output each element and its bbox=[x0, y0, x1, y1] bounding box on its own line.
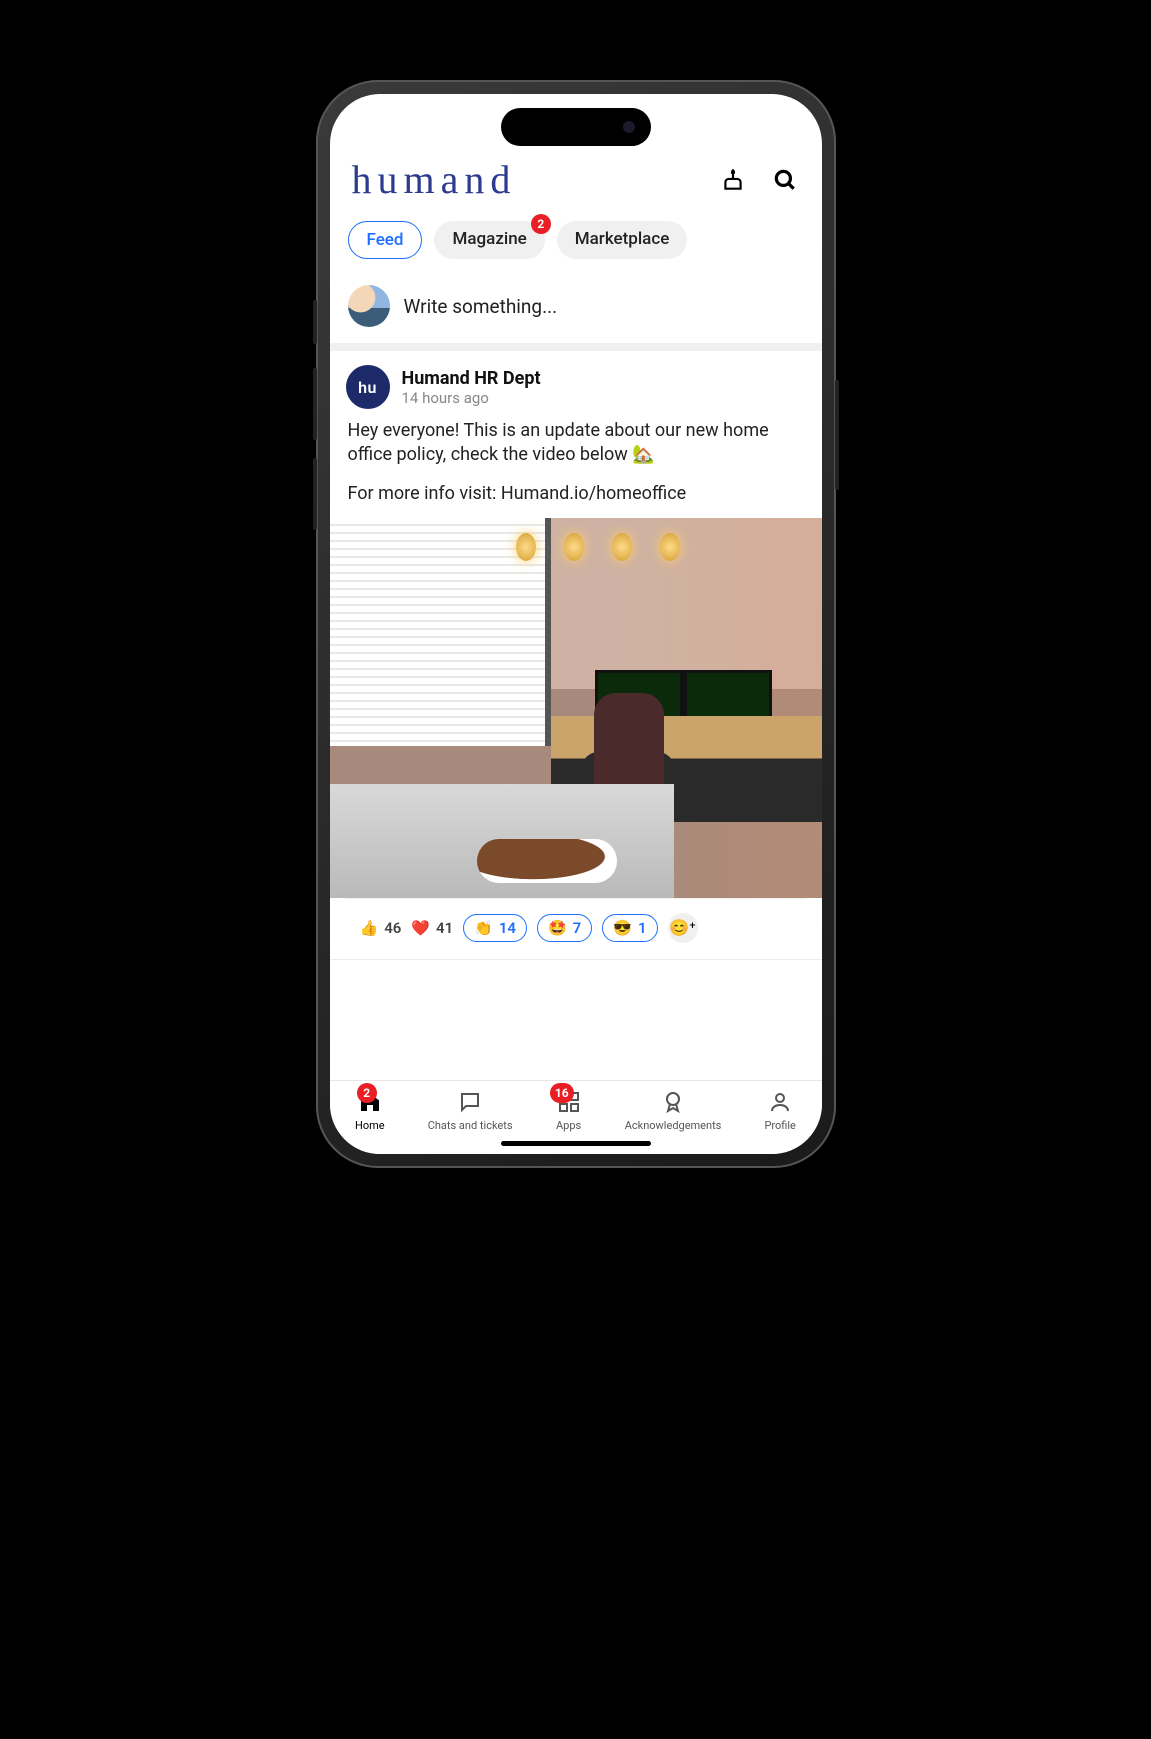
volume-down-button bbox=[313, 458, 317, 530]
post-text-line: For more info visit: Humand.io/homeoffic… bbox=[348, 482, 804, 506]
post-composer[interactable]: Write something... bbox=[330, 275, 822, 343]
reaction-count: 46 bbox=[384, 919, 401, 937]
nav-chats[interactable]: Chats and tickets bbox=[428, 1089, 513, 1132]
composer-placeholder[interactable]: Write something... bbox=[404, 295, 804, 318]
award-icon bbox=[660, 1089, 686, 1115]
nav-label: Acknowledgements bbox=[625, 1119, 722, 1132]
post-text-line: Hey everyone! This is an update about ou… bbox=[348, 419, 804, 468]
tab-label: Marketplace bbox=[575, 229, 670, 249]
reaction-star-eyes[interactable]: 🤩 7 bbox=[537, 914, 592, 942]
home-indicator[interactable] bbox=[501, 1141, 651, 1146]
nav-label: Profile bbox=[764, 1119, 795, 1132]
reaction-heart[interactable]: ❤️ 41 bbox=[411, 919, 453, 937]
divider bbox=[330, 343, 822, 351]
reaction-count: 7 bbox=[573, 919, 582, 937]
feed-tabs: Feed Magazine 2 Marketplace bbox=[330, 211, 822, 275]
reaction-emoji: 👏 bbox=[474, 919, 493, 937]
nav-label: Chats and tickets bbox=[428, 1119, 513, 1132]
reaction-count: 1 bbox=[638, 919, 647, 937]
volume-up-button bbox=[313, 368, 317, 440]
badge: 16 bbox=[550, 1083, 574, 1103]
add-reaction-icon: 😊⁺ bbox=[669, 918, 695, 937]
tab-feed[interactable]: Feed bbox=[348, 221, 423, 259]
nav-home[interactable]: 2 Home bbox=[355, 1089, 385, 1132]
post-header: hu Humand HR Dept 14 hours ago bbox=[346, 365, 806, 409]
volume-mute-button bbox=[313, 300, 317, 344]
author-avatar[interactable]: hu bbox=[346, 365, 390, 409]
reaction-count: 14 bbox=[499, 919, 516, 937]
brand-logo: humand bbox=[352, 156, 517, 203]
image-decor bbox=[477, 839, 617, 883]
search-icon[interactable] bbox=[770, 165, 800, 195]
post-media-image[interactable] bbox=[330, 518, 822, 898]
badge: 2 bbox=[531, 214, 551, 234]
chat-icon bbox=[457, 1089, 483, 1115]
image-decor bbox=[516, 533, 680, 561]
birthday-icon[interactable] bbox=[718, 165, 748, 195]
tab-marketplace[interactable]: Marketplace bbox=[557, 221, 688, 259]
author-initials: hu bbox=[358, 378, 377, 397]
dynamic-island bbox=[501, 108, 651, 146]
feed-post: hu Humand HR Dept 14 hours ago Hey every… bbox=[330, 351, 822, 960]
reaction-emoji: ❤️ bbox=[411, 919, 430, 937]
header-actions bbox=[718, 165, 800, 195]
reaction-emoji: 👍 bbox=[360, 919, 379, 937]
profile-icon bbox=[767, 1089, 793, 1115]
phone-frame: humand Feed Magazine bbox=[316, 80, 836, 1168]
reaction-count: 41 bbox=[436, 919, 453, 937]
user-avatar[interactable] bbox=[348, 285, 390, 327]
nav-label: Home bbox=[355, 1119, 385, 1132]
reaction-emoji: 😎 bbox=[613, 919, 632, 937]
reaction-thumbs-up[interactable]: 👍 46 bbox=[360, 919, 402, 937]
badge: 2 bbox=[357, 1083, 377, 1103]
reaction-cool[interactable]: 😎 1 bbox=[602, 914, 657, 942]
nav-profile[interactable]: Profile bbox=[764, 1089, 795, 1132]
post-timestamp: 14 hours ago bbox=[402, 389, 541, 407]
tab-magazine[interactable]: Magazine 2 bbox=[434, 221, 544, 259]
nav-apps[interactable]: 16 Apps bbox=[556, 1089, 582, 1132]
post-body: Hey everyone! This is an update about ou… bbox=[346, 409, 806, 518]
nav-acknowledgements[interactable]: Acknowledgements bbox=[625, 1089, 722, 1132]
tab-label: Magazine bbox=[452, 229, 526, 249]
author-name[interactable]: Humand HR Dept bbox=[402, 368, 541, 389]
nav-label: Apps bbox=[556, 1119, 581, 1132]
tab-label: Feed bbox=[367, 230, 404, 250]
reaction-clap[interactable]: 👏 14 bbox=[463, 914, 527, 942]
reaction-emoji: 🤩 bbox=[548, 919, 567, 937]
power-button bbox=[835, 380, 839, 490]
add-reaction-button[interactable]: 😊⁺ bbox=[668, 913, 698, 943]
phone-screen: humand Feed Magazine bbox=[330, 94, 822, 1154]
reactions-bar: 👍 46 ❤️ 41 👏 14 🤩 7 😎 1 bbox=[346, 898, 806, 959]
